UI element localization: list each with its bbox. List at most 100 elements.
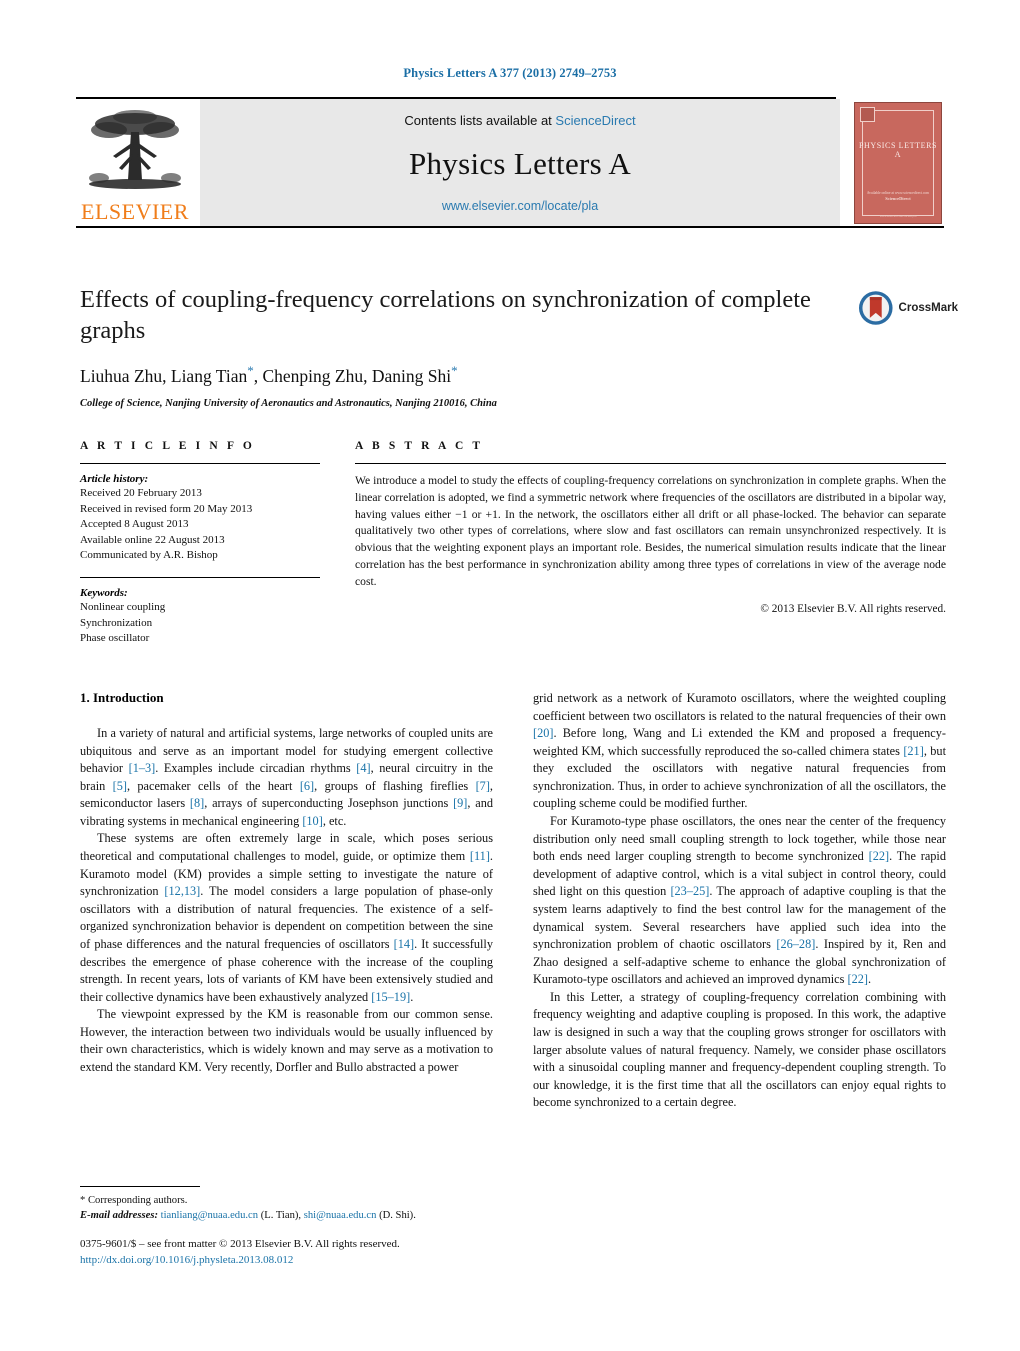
info-abstract-row: A R T I C L E I N F O Article history: R… <box>80 440 946 647</box>
paragraph-text: , arrays of superconducting Josephson ju… <box>204 796 454 811</box>
keyword-item: Nonlinear coupling <box>80 601 166 614</box>
right-paragraphs: grid network as a network of Kuramoto os… <box>533 690 946 1112</box>
email-link-2[interactable]: shi@nuaa.edu.cn <box>304 1210 377 1221</box>
citation-ref[interactable]: [21] <box>903 744 924 758</box>
email-note: E-mail addresses: tianliang@nuaa.edu.cn … <box>80 1208 493 1223</box>
footnote-rule <box>80 1186 200 1187</box>
sciencedirect-link[interactable]: ScienceDirect <box>555 113 635 128</box>
citation-ref[interactable]: [11] <box>470 849 490 863</box>
citation-ref[interactable]: [10] <box>302 814 323 828</box>
paragraph-text: , pacemaker cells of the heart <box>126 778 300 793</box>
paragraph-text: . <box>868 972 872 987</box>
keywords-label: Keywords: <box>80 587 128 600</box>
masthead-bottom-rule <box>76 226 944 228</box>
keywords-rule <box>80 577 320 579</box>
crossmark-badge[interactable]: CrossMark <box>858 288 958 328</box>
history-item: Accepted 8 August 2013 <box>80 518 189 531</box>
title-block: Effects of coupling-frequency correlatio… <box>80 285 860 409</box>
keyword-item: Phase oscillator <box>80 632 150 645</box>
elsevier-wordmark: ELSEVIER <box>81 199 189 224</box>
citation-ref[interactable]: [22] <box>848 972 869 986</box>
authors-first: Liuhua Zhu, Liang Tian <box>80 365 248 386</box>
authors-rest: , Chenping Zhu, Daning Shi <box>253 365 452 386</box>
cover-footer-line2: ScienceDirect <box>885 195 911 201</box>
paragraph-text: The viewpoint expressed by the KM is rea… <box>80 1007 493 1074</box>
doi-link[interactable]: http://dx.doi.org/10.1016/j.physleta.201… <box>80 1253 493 1269</box>
abstract-block: A B S T R A C T We introduce a model to … <box>355 440 946 647</box>
affiliation: College of Science, Nanjing University o… <box>80 397 497 409</box>
paragraph-text: , groups of flashing fireflies <box>314 778 476 793</box>
cover-badge-icon <box>860 106 875 122</box>
paragraph-text: grid network as a network of Kuramoto os… <box>533 691 946 723</box>
citation-ref[interactable]: [9] <box>453 796 467 810</box>
left-paragraphs: In a variety of natural and artificial s… <box>80 725 493 1077</box>
citation-ref[interactable]: [14] <box>394 937 415 951</box>
article-history-list: Received 20 February 2013 Received in re… <box>80 486 320 564</box>
abstract-text: We introduce a model to study the effect… <box>355 474 946 588</box>
cover-footer: Available online at www.sciencedirect.co… <box>855 191 941 203</box>
citation-ref[interactable]: [26–28] <box>776 937 815 951</box>
email-link-1[interactable]: tianliang@nuaa.edu.cn <box>161 1210 258 1221</box>
keyword-item: Synchronization <box>80 616 153 629</box>
history-item: Received in revised form 20 May 2013 <box>80 502 253 515</box>
history-item: Available online 22 August 2013 <box>80 533 225 546</box>
section-title-introduction: 1. Introduction <box>80 690 164 705</box>
corresponding-author-note: * Corresponding authors. <box>80 1193 493 1208</box>
elsevier-logo: ELSEVIER <box>76 99 194 226</box>
body-column-right: grid network as a network of Kuramoto os… <box>533 690 946 1112</box>
citation-ref[interactable]: [12,13] <box>164 884 200 898</box>
email-label: E-mail addresses: <box>80 1210 158 1222</box>
footnote-block: * Corresponding authors. E-mail addresse… <box>80 1186 493 1269</box>
citation-ref[interactable]: [20] <box>533 726 554 740</box>
citation-ref[interactable]: [1–3] <box>129 761 156 775</box>
paragraph-text: . Examples include circadian rhythms <box>155 761 357 776</box>
article-info-rule <box>80 463 320 464</box>
abstract-rule <box>355 463 946 464</box>
corresponding-author-text: Corresponding authors. <box>87 1195 188 1206</box>
email-person-2: (D. Shi). <box>379 1210 416 1222</box>
contents-available-line: Contents lists available at ScienceDirec… <box>404 113 635 128</box>
body-paragraph: For Kuramoto-type phase oscillators, the… <box>533 813 946 989</box>
corresponding-author-mark-2: * <box>451 362 458 378</box>
cover-footer-line1: Available online at www.sciencedirect.co… <box>866 190 930 195</box>
imprint-block: 0375-9601/$ – see front matter © 2013 El… <box>80 1237 493 1269</box>
article-info-block: A R T I C L E I N F O Article history: R… <box>80 440 320 647</box>
paragraph-text: . <box>410 989 414 1004</box>
citation-ref[interactable]: [8] <box>190 796 204 810</box>
imprint-line: 0375-9601/$ – see front matter © 2013 El… <box>80 1238 400 1251</box>
asterisk-icon: * <box>80 1195 86 1206</box>
author-list: Liuhua Zhu, Liang Tian *, Chenping Zhu, D… <box>80 363 860 387</box>
crossmark-label: CrossMark <box>898 302 958 314</box>
history-item: Communicated by A.R. Bishop <box>80 549 218 562</box>
crossmark-icon <box>858 291 893 325</box>
body-paragraph: grid network as a network of Kuramoto os… <box>533 690 946 813</box>
body-paragraph: In this Letter, a strategy of coupling-f… <box>533 989 946 1112</box>
citation-ref[interactable]: [22] <box>869 849 890 863</box>
citation-ref[interactable]: [15–19] <box>371 990 410 1004</box>
history-item: Received 20 February 2013 <box>80 487 202 499</box>
paragraph-text: In this Letter, a strategy of coupling-f… <box>533 989 946 1110</box>
abstract-copyright: © 2013 Elsevier B.V. All rights reserved… <box>760 602 946 615</box>
citation-ref[interactable]: [4] <box>356 761 370 775</box>
citation-ref[interactable]: [23–25] <box>670 884 709 898</box>
cover-journal-title: PHYSICS LETTERS A <box>858 140 938 159</box>
paragraph-text: . Before long, Wang and Li extended the … <box>533 726 946 758</box>
abstract-heading: A B S T R A C T <box>355 440 484 452</box>
article-info-heading: A R T I C L E I N F O <box>80 440 255 452</box>
journal-homepage-link[interactable]: www.elsevier.com/locate/pla <box>442 199 598 213</box>
citation-ref[interactable]: [7] <box>476 779 490 793</box>
body-column-left: 1. Introduction In a variety of natural … <box>80 690 493 1112</box>
article-history-label: Article history: <box>80 473 149 485</box>
body-paragraph: These systems are often extremely large … <box>80 830 493 1006</box>
paragraph-text: These systems are often extremely large … <box>80 831 493 864</box>
journal-cover-thumbnail: PHYSICS LETTERS A Available online at ww… <box>852 99 944 226</box>
cover-bottom-url: www.elsevier.com/locate/pla <box>879 213 917 218</box>
citation-ref[interactable]: [6] <box>300 779 314 793</box>
masthead-center-panel: Contents lists available at ScienceDirec… <box>200 99 840 226</box>
contents-prefix: Contents lists available at <box>404 113 552 128</box>
elsevier-tree-icon <box>89 110 181 189</box>
journal-title: Physics Letters A <box>408 145 632 181</box>
citation-ref[interactable]: [5] <box>113 779 127 793</box>
paragraph-text: , etc. <box>322 813 347 828</box>
body-paragraph: In a variety of natural and artificial s… <box>80 725 493 830</box>
